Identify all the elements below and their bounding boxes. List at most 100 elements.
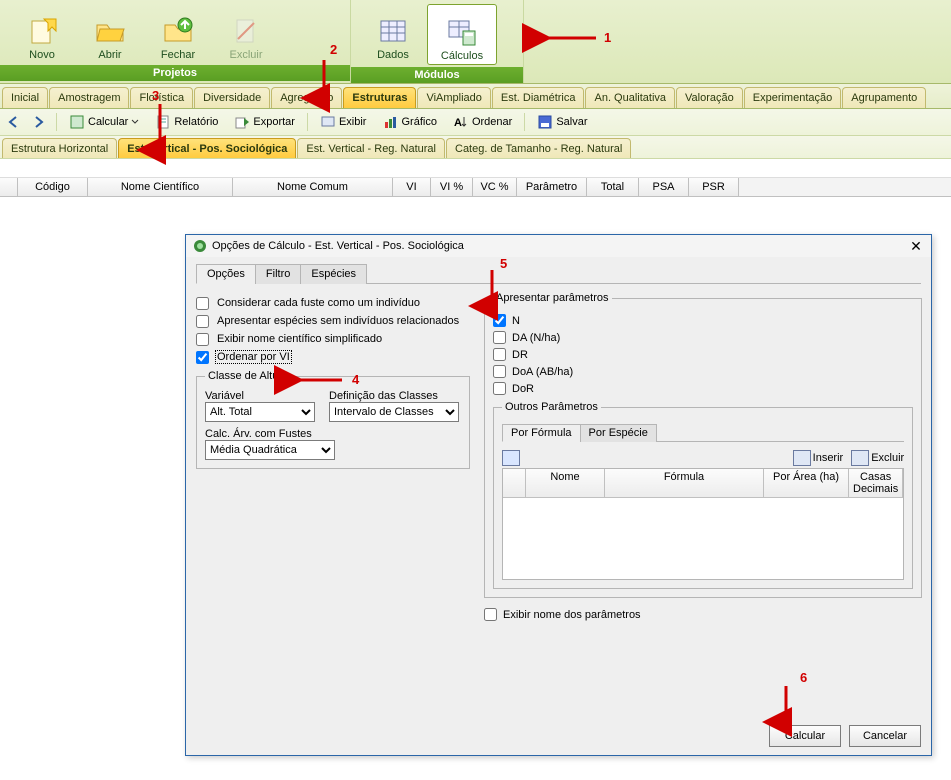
chk-dr[interactable]: DR xyxy=(493,348,913,361)
calc-fustes-select[interactable]: Média Quadrática xyxy=(205,440,335,460)
chk-n-input[interactable] xyxy=(493,314,506,327)
col-parametro[interactable]: Parâmetro xyxy=(517,178,587,196)
chk-dr-label: DR xyxy=(512,349,528,361)
chk-apresentar-esp-label: Apresentar espécies sem indivíduos relac… xyxy=(215,314,461,328)
chk-dor-input[interactable] xyxy=(493,382,506,395)
cancelar-button[interactable]: Cancelar xyxy=(849,725,921,747)
dialog-tabs: Opções Filtro Espécies xyxy=(196,263,921,284)
chk-exibir-nome-param-input[interactable] xyxy=(484,608,497,621)
calc-grid-icon xyxy=(446,16,478,48)
chk-ordenar-input[interactable] xyxy=(196,351,209,364)
grafico-label: Gráfico xyxy=(401,116,436,128)
pg-col-nome[interactable]: Nome xyxy=(526,469,605,497)
inserir-button[interactable]: Inserir xyxy=(793,450,844,466)
annotation-3: 3 xyxy=(152,88,159,103)
chk-da[interactable]: DA (N/ha) xyxy=(493,331,913,344)
tab-viampliado[interactable]: ViAmpliado xyxy=(417,87,490,108)
chk-doa[interactable]: DoA (AB/ha) xyxy=(493,365,913,378)
calculos-button[interactable]: Cálculos xyxy=(427,4,497,65)
tab-inicial[interactable]: Inicial xyxy=(2,87,48,108)
subtab-vertical-pos[interactable]: Est. Vertical - Pos. Sociológica xyxy=(118,138,296,158)
chk-apresentar-esp[interactable]: Apresentar espécies sem indivíduos relac… xyxy=(196,314,470,328)
col-vc-pct[interactable]: VC % xyxy=(473,178,517,196)
calcular-button[interactable]: Calcular xyxy=(65,112,143,132)
chk-doa-input[interactable] xyxy=(493,365,506,378)
close-folder-icon xyxy=(162,15,194,47)
chk-dr-input[interactable] xyxy=(493,348,506,361)
export-icon xyxy=(234,114,250,130)
fechar-label: Fechar xyxy=(161,49,195,61)
param-grid[interactable]: Nome Fórmula Por Área (ha) Casas Decimai… xyxy=(502,468,904,580)
exportar-button[interactable]: Exportar xyxy=(230,112,299,132)
dtab-especies[interactable]: Espécies xyxy=(300,264,367,284)
calc-icon xyxy=(69,114,85,130)
dialog-titlebar[interactable]: Opções de Cálculo - Est. Vertical - Pos.… xyxy=(186,235,931,257)
book-icon[interactable] xyxy=(502,450,520,466)
dtab-filtro[interactable]: Filtro xyxy=(255,264,301,284)
chk-apresentar-esp-input[interactable] xyxy=(196,315,209,328)
sub-tabs: Estrutura Horizontal Est. Vertical - Pos… xyxy=(0,136,951,159)
abrir-button[interactable]: Abrir xyxy=(76,4,144,63)
variavel-select[interactable]: Alt. Total xyxy=(205,402,315,422)
tab-an-qualitativa[interactable]: An. Qualitativa xyxy=(585,87,675,108)
tab-amostragem[interactable]: Amostragem xyxy=(49,87,129,108)
subtab-horizontal[interactable]: Estrutura Horizontal xyxy=(2,138,117,158)
pg-col-dec[interactable]: Casas Decimais xyxy=(849,469,903,497)
col-vi[interactable]: VI xyxy=(393,178,431,196)
novo-button[interactable]: Novo xyxy=(8,4,76,63)
col-codigo[interactable]: Código xyxy=(18,178,88,196)
remove-icon xyxy=(851,450,869,466)
grafico-button[interactable]: Gráfico xyxy=(378,112,440,132)
pg-col-area[interactable]: Por Área (ha) xyxy=(764,469,849,497)
tab-estruturas[interactable]: Estruturas xyxy=(343,87,416,108)
excluir-button: Excluir xyxy=(212,4,280,63)
dados-button[interactable]: Dados xyxy=(359,4,427,63)
pg-col-formula[interactable]: Fórmula xyxy=(605,469,764,497)
col-psa[interactable]: PSA xyxy=(639,178,689,196)
itab-formula[interactable]: Por Fórmula xyxy=(502,424,581,442)
insert-icon xyxy=(793,450,811,466)
annotation-6: 6 xyxy=(800,670,807,685)
exibir-button[interactable]: Exibir xyxy=(316,112,371,132)
salvar-button[interactable]: Salvar xyxy=(533,112,591,132)
tab-experimentacao[interactable]: Experimentação xyxy=(744,87,842,108)
ordenar-label: Ordenar xyxy=(472,116,512,128)
ordenar-button[interactable]: AOrdenar xyxy=(449,112,516,132)
chk-da-input[interactable] xyxy=(493,331,506,344)
tab-valoracao[interactable]: Valoração xyxy=(676,87,743,108)
col-psr[interactable]: PSR xyxy=(689,178,739,196)
tab-est-diametrica[interactable]: Est. Diamétrica xyxy=(492,87,585,108)
chk-n[interactable]: N xyxy=(493,314,913,327)
chk-considerar-input[interactable] xyxy=(196,297,209,310)
defclasses-select[interactable]: Intervalo de Classes xyxy=(329,402,459,422)
close-button[interactable]: ✕ xyxy=(907,237,925,255)
dtab-opcoes[interactable]: Opções xyxy=(196,264,256,284)
excluir2-label: Excluir xyxy=(871,452,904,464)
nav-fwd-button[interactable] xyxy=(30,113,48,131)
tab-diversidade[interactable]: Diversidade xyxy=(194,87,270,108)
itab-especie[interactable]: Por Espécie xyxy=(580,424,657,442)
fechar-button[interactable]: Fechar xyxy=(144,4,212,63)
row-selector-header xyxy=(0,178,18,196)
toolbar-sep3 xyxy=(524,113,525,131)
annotation-arrow-6 xyxy=(774,684,798,730)
ribbon-group-projetos: Novo Abrir Fechar Excluir Projetos xyxy=(0,0,351,83)
chk-considerar[interactable]: Considerar cada fuste como um indivíduo xyxy=(196,296,470,310)
legend-classe-altura: Classe de Altura xyxy=(205,370,291,382)
chk-exibir-simpl-input[interactable] xyxy=(196,333,209,346)
col-vi-pct[interactable]: VI % xyxy=(431,178,473,196)
chk-dor[interactable]: DoR xyxy=(493,382,913,395)
nav-back-button[interactable] xyxy=(4,113,22,131)
annotation-arrow-2 xyxy=(312,58,336,106)
chk-exibir-nome-param[interactable]: Exibir nome dos parâmetros xyxy=(484,608,904,621)
subtab-vertical-reg[interactable]: Est. Vertical - Reg. Natural xyxy=(297,138,445,158)
chk-exibir-simpl[interactable]: Exibir nome científico simplificado xyxy=(196,332,470,346)
tab-agrupamento[interactable]: Agrupamento xyxy=(842,87,926,108)
col-total[interactable]: Total xyxy=(587,178,639,196)
col-nome-comum[interactable]: Nome Comum xyxy=(233,178,393,196)
chk-ordenar[interactable]: Ordenar por VI xyxy=(196,350,470,364)
excluir2-button[interactable]: Excluir xyxy=(851,450,904,466)
subtab-categ[interactable]: Categ. de Tamanho - Reg. Natural xyxy=(446,138,631,158)
col-nome-cientifico[interactable]: Nome Científico xyxy=(88,178,233,196)
module-tabs: Inicial Amostragem Florística Diversidad… xyxy=(0,84,951,109)
